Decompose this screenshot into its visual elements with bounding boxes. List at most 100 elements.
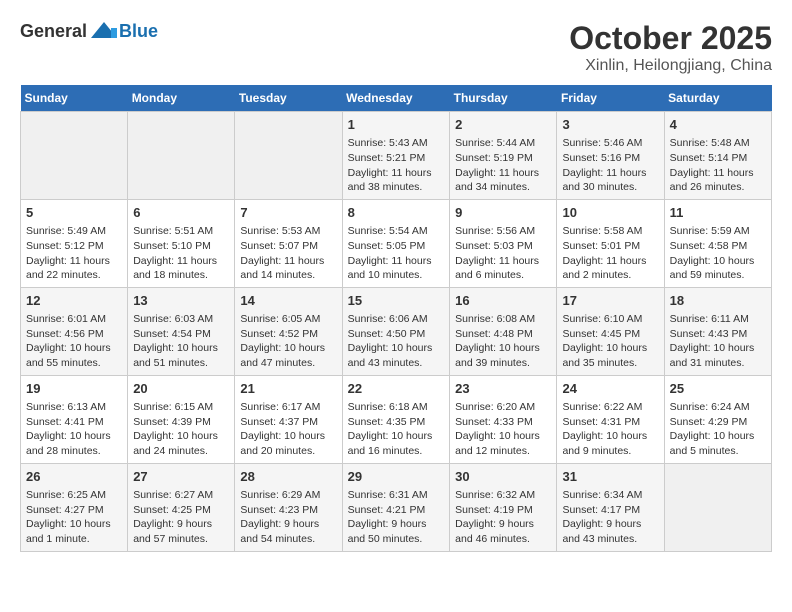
calendar-table: Sunday Monday Tuesday Wednesday Thursday… xyxy=(20,85,772,552)
day-number: 27 xyxy=(133,468,229,486)
calendar-cell: 6 Sunrise: 5:51 AMSunset: 5:10 PMDaylight… xyxy=(128,199,235,287)
calendar-cell: 18Sunrise: 6:11 AMSunset: 4:43 PMDayligh… xyxy=(664,287,771,375)
day-number: 11 xyxy=(670,204,766,222)
day-info: Sunrise: 6:25 AM xyxy=(26,488,122,503)
day-info: Sunset: 4:50 PM xyxy=(348,327,445,342)
day-info: Sunset: 5:01 PM xyxy=(562,239,658,254)
calendar-cell: 16Sunrise: 6:08 AMSunset: 4:48 PMDayligh… xyxy=(450,287,557,375)
day-info: Sunrise: 6:18 AM xyxy=(348,400,445,415)
day-info: Daylight: 10 hours and 47 minutes. xyxy=(240,341,336,370)
day-number: 8 xyxy=(348,204,445,222)
day-info: Daylight: 11 hours and 18 minutes. xyxy=(133,254,229,283)
day-info: Sunrise: 6:11 AM xyxy=(670,312,766,327)
day-info: Daylight: 10 hours and 43 minutes. xyxy=(348,341,445,370)
day-info: Daylight: 10 hours and 39 minutes. xyxy=(455,341,551,370)
calendar-cell xyxy=(128,112,235,200)
day-info: Sunset: 4:39 PM xyxy=(133,415,229,430)
logo-general-text: General xyxy=(20,21,87,42)
logo-icon xyxy=(89,20,119,42)
day-info: Daylight: 9 hours and 50 minutes. xyxy=(348,517,445,546)
day-info: Sunset: 5:12 PM xyxy=(26,239,122,254)
day-info: Daylight: 10 hours and 59 minutes. xyxy=(670,254,766,283)
day-info: Daylight: 11 hours and 14 minutes. xyxy=(240,254,336,283)
day-info: Sunrise: 6:22 AM xyxy=(562,400,658,415)
col-monday: Monday xyxy=(128,85,235,112)
day-info: Sunrise: 6:34 AM xyxy=(562,488,658,503)
calendar-cell: 27Sunrise: 6:27 AMSunset: 4:25 PMDayligh… xyxy=(128,463,235,551)
day-number: 28 xyxy=(240,468,336,486)
logo: General Blue xyxy=(20,20,158,42)
day-info: Sunset: 4:58 PM xyxy=(670,239,766,254)
day-info: Sunset: 5:05 PM xyxy=(348,239,445,254)
calendar-cell: 4Sunrise: 5:48 AMSunset: 5:14 PMDaylight… xyxy=(664,112,771,200)
day-info: Sunrise: 6:13 AM xyxy=(26,400,122,415)
day-info: Sunset: 5:07 PM xyxy=(240,239,336,254)
calendar-cell: 8 Sunrise: 5:54 AMSunset: 5:05 PMDaylight… xyxy=(342,199,450,287)
day-info: Sunrise: 6:31 AM xyxy=(348,488,445,503)
day-number: 20 xyxy=(133,380,229,398)
day-number: 16 xyxy=(455,292,551,310)
day-info: Sunrise: 5:44 AM xyxy=(455,136,551,151)
day-number: 15 xyxy=(348,292,445,310)
day-info: Sunrise: 6:03 AM xyxy=(133,312,229,327)
calendar-cell: 12Sunrise: 6:01 AMSunset: 4:56 PMDayligh… xyxy=(21,287,128,375)
calendar-cell: 9Sunrise: 5:56 AMSunset: 5:03 PMDaylight… xyxy=(450,199,557,287)
day-info: Sunrise: 6:17 AM xyxy=(240,400,336,415)
calendar-cell: 31Sunrise: 6:34 AMSunset: 4:17 PMDayligh… xyxy=(557,463,664,551)
day-number: 18 xyxy=(670,292,766,310)
day-info: Sunset: 4:45 PM xyxy=(562,327,658,342)
day-info: Daylight: 11 hours and 10 minutes. xyxy=(348,254,445,283)
calendar-cell: 19Sunrise: 6:13 AMSunset: 4:41 PMDayligh… xyxy=(21,375,128,463)
day-number: 7 xyxy=(240,204,336,222)
day-info: Daylight: 11 hours and 30 minutes. xyxy=(562,166,658,195)
day-info: Sunset: 4:37 PM xyxy=(240,415,336,430)
day-number: 4 xyxy=(670,116,766,134)
calendar-cell: 24Sunrise: 6:22 AMSunset: 4:31 PMDayligh… xyxy=(557,375,664,463)
day-number: 21 xyxy=(240,380,336,398)
calendar-cell: 14Sunrise: 6:05 AMSunset: 4:52 PMDayligh… xyxy=(235,287,342,375)
calendar-cell: 21Sunrise: 6:17 AMSunset: 4:37 PMDayligh… xyxy=(235,375,342,463)
logo-blue-text: Blue xyxy=(119,21,158,42)
day-number: 3 xyxy=(562,116,658,134)
day-info: Sunset: 4:54 PM xyxy=(133,327,229,342)
day-info: Sunset: 5:21 PM xyxy=(348,151,445,166)
day-number: 19 xyxy=(26,380,122,398)
day-info: Sunset: 5:10 PM xyxy=(133,239,229,254)
day-number: 1 xyxy=(348,116,445,134)
day-info: Daylight: 10 hours and 12 minutes. xyxy=(455,429,551,458)
calendar-cell xyxy=(664,463,771,551)
day-info: Sunrise: 5:58 AM xyxy=(562,224,658,239)
title-block: October 2025 Xinlin, Heilongjiang, China xyxy=(569,20,772,75)
day-info: Daylight: 10 hours and 51 minutes. xyxy=(133,341,229,370)
col-friday: Friday xyxy=(557,85,664,112)
header-row: Sunday Monday Tuesday Wednesday Thursday… xyxy=(21,85,772,112)
day-info: Sunset: 4:25 PM xyxy=(133,503,229,518)
day-info: Sunrise: 5:51 AM xyxy=(133,224,229,239)
calendar-cell: 13Sunrise: 6:03 AMSunset: 4:54 PMDayligh… xyxy=(128,287,235,375)
day-info: Sunset: 4:27 PM xyxy=(26,503,122,518)
day-number: 6 xyxy=(133,204,229,222)
calendar-cell: 5Sunrise: 5:49 AMSunset: 5:12 PMDaylight… xyxy=(21,199,128,287)
day-info: Sunset: 4:23 PM xyxy=(240,503,336,518)
day-info: Sunrise: 5:53 AM xyxy=(240,224,336,239)
day-info: Sunrise: 5:54 AM xyxy=(348,224,445,239)
day-info: Daylight: 11 hours and 6 minutes. xyxy=(455,254,551,283)
calendar-cell: 25Sunrise: 6:24 AMSunset: 4:29 PMDayligh… xyxy=(664,375,771,463)
calendar-header: Sunday Monday Tuesday Wednesday Thursday… xyxy=(21,85,772,112)
day-number: 26 xyxy=(26,468,122,486)
day-info: Daylight: 11 hours and 38 minutes. xyxy=(348,166,445,195)
month-title: October 2025 xyxy=(569,20,772,57)
calendar-cell: 1Sunrise: 5:43 AMSunset: 5:21 PMDaylight… xyxy=(342,112,450,200)
day-info: Daylight: 10 hours and 31 minutes. xyxy=(670,341,766,370)
day-number: 5 xyxy=(26,204,122,222)
day-info: Sunset: 4:52 PM xyxy=(240,327,336,342)
calendar-cell: 7 Sunrise: 5:53 AMSunset: 5:07 PMDaylight… xyxy=(235,199,342,287)
calendar-cell: 23Sunrise: 6:20 AMSunset: 4:33 PMDayligh… xyxy=(450,375,557,463)
day-info: Sunrise: 6:10 AM xyxy=(562,312,658,327)
day-info: Daylight: 11 hours and 2 minutes. xyxy=(562,254,658,283)
day-info: Sunrise: 6:20 AM xyxy=(455,400,551,415)
calendar-cell: 29Sunrise: 6:31 AMSunset: 4:21 PMDayligh… xyxy=(342,463,450,551)
day-info: Daylight: 9 hours and 54 minutes. xyxy=(240,517,336,546)
day-info: Sunrise: 5:46 AM xyxy=(562,136,658,151)
day-info: Daylight: 10 hours and 5 minutes. xyxy=(670,429,766,458)
